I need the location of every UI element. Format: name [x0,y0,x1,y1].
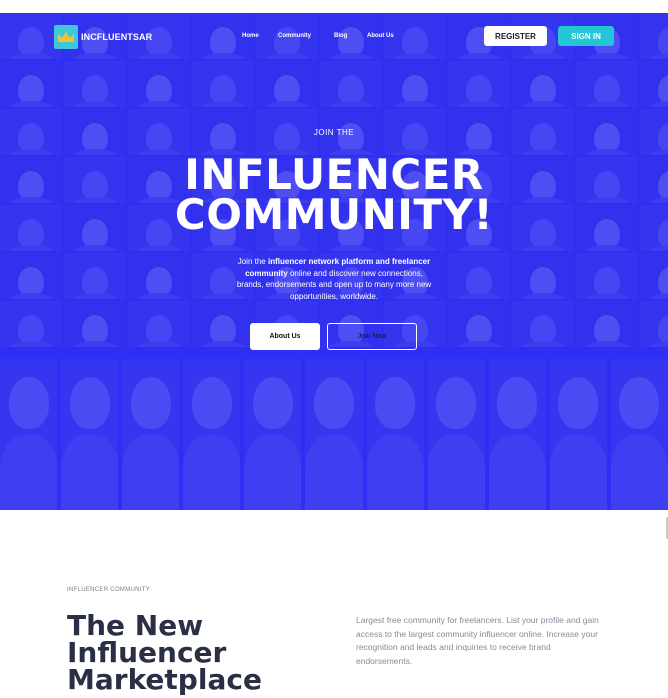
hero-description: Join the influencer network platform and… [234,256,434,302]
section-title-line2: Marketplace [67,663,262,696]
top-strip [0,0,668,13]
nav-community[interactable]: Community [278,33,311,39]
nav-home[interactable]: Home [242,33,259,39]
about-us-button[interactable]: About Us [250,323,320,350]
crown-icon[interactable] [54,25,78,49]
top-navbar: INCFLUENTSAR Home Community Blog About U… [0,13,668,59]
section-title: The New Influencer Marketplace [67,609,347,696]
nav-blog[interactable]: Blog [334,33,347,39]
brand-name[interactable]: INCFLUENTSAR [81,32,152,42]
section-title-line1: The New Influencer [67,609,227,669]
page: INCFLUENTSAR Home Community Blog About U… [0,0,668,698]
sign-in-button[interactable]: SIGN IN [558,26,614,46]
section-intro: Largest free community for freelancers. … [356,615,599,666]
hero-description-part1: Join the [237,257,268,266]
join-now-button[interactable]: Join Now [327,323,417,350]
section-eyebrow: INFLUENCER COMMUNITY [67,587,151,593]
hero-eyebrow: JOIN THE [313,128,355,137]
hero-headline: INFLUENCER COMMUNITY! [0,154,668,236]
register-button[interactable]: REGISTER [484,26,547,46]
nav-about-us[interactable]: About Us [367,33,394,39]
hero-headline-line2: COMMUNITY! [174,190,494,239]
